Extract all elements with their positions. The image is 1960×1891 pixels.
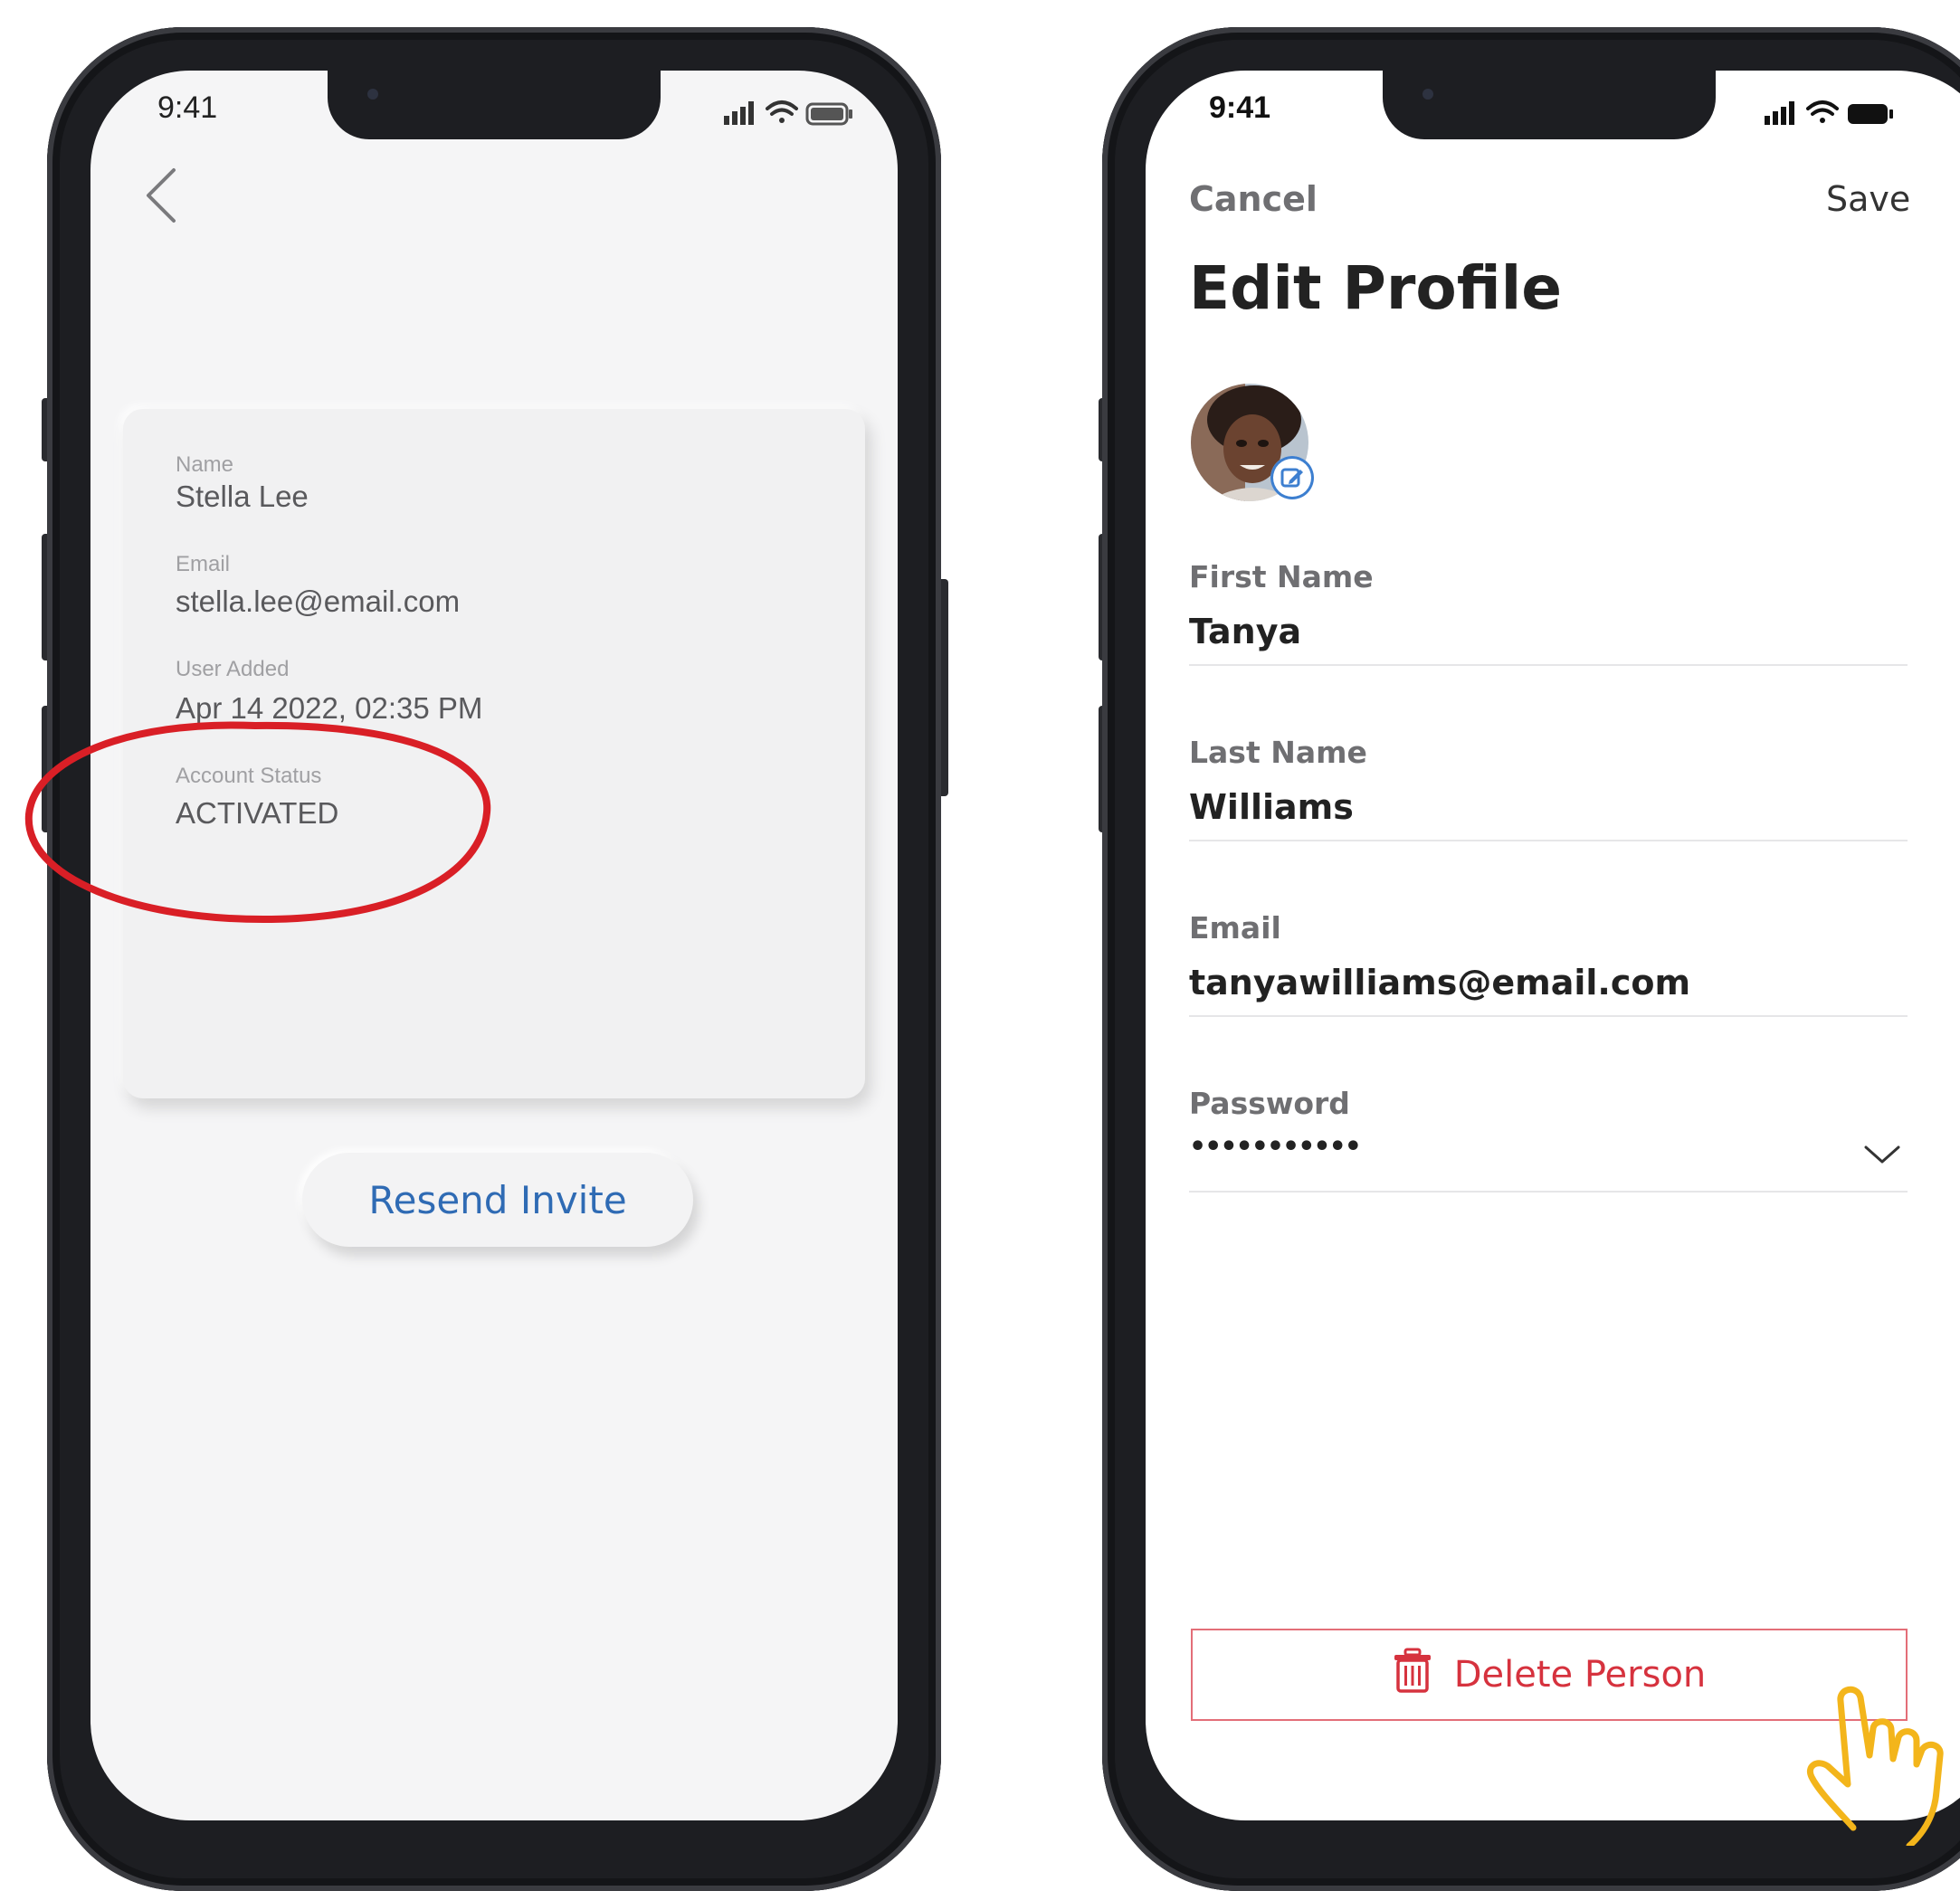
- save-button[interactable]: Save: [1826, 179, 1910, 219]
- right-phone-screen: 9:41 Cancel Save Edit Profile First Name…: [1146, 71, 1960, 1820]
- last-name-label: Last Name: [1189, 735, 1367, 770]
- divider: [1189, 664, 1908, 666]
- first-name-label: First Name: [1189, 559, 1374, 594]
- chevron-down-icon[interactable]: [1862, 1142, 1902, 1171]
- status-time: 9:41: [1209, 90, 1271, 125]
- user-added-label: User Added: [176, 657, 290, 681]
- password-field[interactable]: •••••••••••: [1189, 1131, 1362, 1163]
- name-label: Name: [176, 452, 234, 477]
- battery-icon: [1848, 104, 1893, 124]
- left-phone-screen: 9:41 Name Stella Lee Email stella.lee@em…: [90, 71, 898, 1820]
- delete-person-label: Delete Person: [1453, 1654, 1707, 1696]
- status-time: 9:41: [157, 90, 218, 125]
- cancel-button[interactable]: Cancel: [1189, 179, 1318, 219]
- status-icons: [1765, 96, 1909, 136]
- pointing-hand-icon: [1801, 1665, 1960, 1849]
- divider: [1189, 1015, 1908, 1017]
- back-chevron-icon[interactable]: [143, 166, 179, 228]
- wifi-icon: [1806, 100, 1839, 123]
- trash-icon: [1393, 1648, 1432, 1702]
- wifi-icon: [766, 100, 798, 123]
- email-value: stella.lee@email.com: [176, 584, 461, 618]
- last-name-field[interactable]: Williams: [1189, 787, 1354, 827]
- signal-icon: [724, 101, 754, 125]
- name-value: Stella Lee: [176, 480, 309, 513]
- camera-dot: [1422, 89, 1433, 100]
- page-title: Edit Profile: [1189, 253, 1563, 323]
- email-label: Email: [176, 552, 231, 576]
- annotation-circle: [18, 715, 498, 936]
- email-label: Email: [1189, 910, 1281, 946]
- battery-icon: [805, 102, 852, 126]
- status-icons: [724, 96, 869, 136]
- signal-icon: [1765, 101, 1794, 125]
- divider: [1189, 1191, 1908, 1193]
- notch: [1383, 71, 1716, 139]
- camera-dot: [367, 89, 378, 100]
- password-label: Password: [1189, 1086, 1350, 1121]
- email-field[interactable]: tanyawilliams@email.com: [1189, 963, 1690, 1003]
- notch: [328, 71, 661, 139]
- first-name-field[interactable]: Tanya: [1189, 612, 1301, 651]
- divider: [1189, 840, 1908, 841]
- edit-pencil-icon[interactable]: [1270, 456, 1314, 499]
- resend-invite-button[interactable]: Resend Invite: [302, 1153, 693, 1247]
